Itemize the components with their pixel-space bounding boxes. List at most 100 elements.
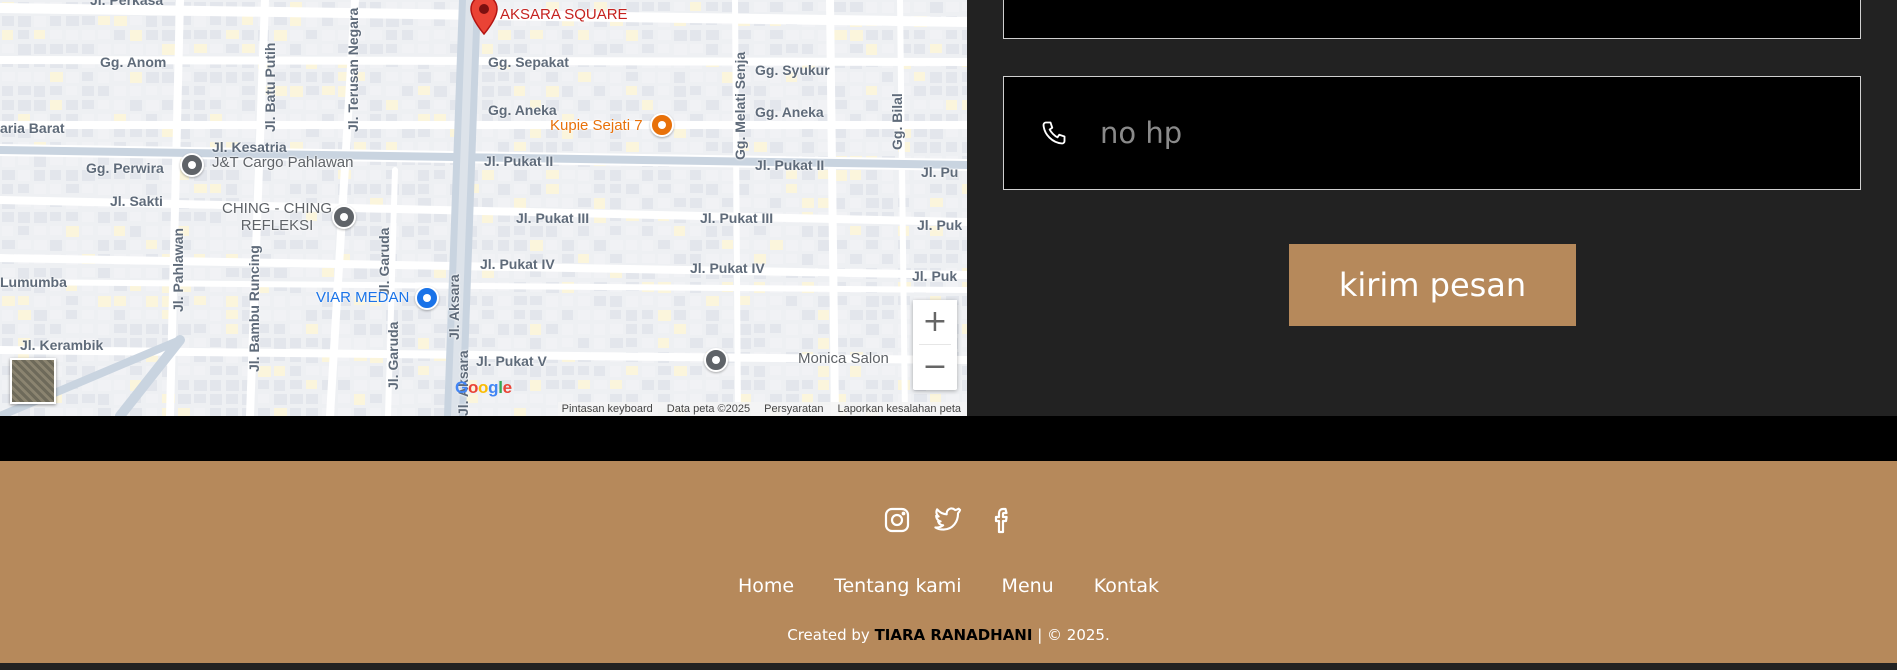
map-building — [482, 408, 493, 416]
report-error-link[interactable]: Laporkan kesalahan peta — [837, 403, 961, 415]
map-building — [674, 128, 686, 138]
map-building — [850, 184, 863, 195]
map-building — [482, 324, 494, 334]
map-building — [722, 198, 733, 207]
map-building — [418, 380, 429, 389]
map-building — [706, 324, 718, 335]
map-building — [658, 366, 671, 375]
facebook-icon[interactable] — [986, 505, 1016, 535]
map-building — [146, 226, 158, 237]
map-building — [146, 16, 157, 27]
map-building — [866, 254, 879, 264]
map-building — [34, 310, 47, 321]
map-building — [946, 128, 958, 137]
map-building — [642, 366, 655, 377]
map-building — [770, 86, 783, 97]
map-building — [530, 394, 543, 403]
map-building — [482, 184, 494, 193]
phone-field[interactable] — [1003, 76, 1861, 190]
map-building — [706, 380, 719, 391]
map-building — [370, 380, 381, 390]
place-label[interactable]: Monica Salon — [798, 350, 889, 367]
map-building — [770, 366, 781, 375]
place-label[interactable]: CHING - CHING REFLEKSI — [222, 200, 332, 234]
place-label[interactable]: AKSARA SQUARE — [500, 6, 628, 23]
nav-contact[interactable]: Kontak — [1094, 575, 1159, 597]
zoom-out-button[interactable]: − — [913, 345, 957, 389]
map-building — [514, 72, 525, 83]
nav-home[interactable]: Home — [738, 575, 794, 597]
place-marker-icon[interactable] — [180, 153, 204, 177]
credit-author: TIARA RANADHANI — [874, 626, 1033, 644]
place-marker-icon[interactable] — [332, 205, 356, 229]
map-building — [802, 184, 814, 193]
map-building — [930, 240, 942, 249]
map-building — [706, 198, 719, 209]
map-building — [82, 100, 94, 109]
google-logo-letter: o — [467, 378, 479, 397]
map-building — [82, 128, 93, 137]
aksara-square-pin-icon[interactable] — [468, 0, 500, 36]
map-building — [290, 170, 302, 180]
map-building — [946, 184, 957, 195]
place-marker-icon[interactable] — [704, 348, 728, 372]
map-building — [770, 2, 783, 12]
place-marker-icon[interactable] — [650, 113, 674, 137]
nav-menu[interactable]: Menu — [1002, 575, 1054, 597]
map-building — [306, 16, 317, 27]
map-building — [914, 254, 927, 263]
map-building — [306, 100, 317, 110]
location-map[interactable]: Jl. Perkasa Gg. Anom Gg. Sepakat Gg. Syukur… — [0, 0, 967, 416]
map-building — [642, 30, 653, 39]
map-building — [626, 30, 638, 41]
map-building — [290, 324, 302, 334]
contact-form-panel: kirim pesan — [967, 0, 1897, 416]
place-label[interactable]: VIAR MEDAN — [316, 289, 409, 306]
map-building — [274, 240, 286, 249]
map-building — [322, 240, 335, 250]
nav-about[interactable]: Tentang kami — [834, 575, 961, 597]
map-building — [610, 72, 621, 83]
map-building — [274, 16, 287, 25]
map-building — [386, 44, 397, 53]
zoom-in-button[interactable]: + — [913, 300, 957, 344]
map-building — [754, 86, 766, 96]
place-label[interactable]: Kupie Sejati 7 — [550, 117, 643, 134]
map-building — [866, 30, 878, 40]
phone-input[interactable] — [1098, 115, 1802, 151]
map-building — [706, 184, 718, 195]
map-building — [642, 240, 653, 251]
map-building — [882, 72, 893, 82]
terms-link[interactable]: Persyaratan — [764, 403, 823, 415]
previous-input-field[interactable] — [1003, 0, 1861, 39]
map-building — [354, 170, 366, 181]
map-building — [866, 296, 879, 307]
map-building — [866, 240, 878, 249]
map-building — [514, 240, 527, 251]
map-building — [818, 198, 830, 208]
map-building — [290, 128, 301, 139]
keyboard-shortcuts-link[interactable]: Pintasan keyboard — [562, 403, 653, 415]
map-building — [98, 30, 110, 39]
twitter-icon[interactable] — [933, 505, 964, 535]
map-building — [402, 86, 413, 96]
map-building — [946, 2, 959, 12]
map-building — [226, 44, 239, 53]
map-building — [562, 226, 573, 237]
map-building — [290, 310, 301, 320]
map-building — [882, 2, 894, 13]
instagram-icon[interactable] — [882, 505, 912, 535]
map-building — [754, 184, 766, 194]
place-marker-icon[interactable] — [415, 286, 439, 310]
map-building — [82, 240, 93, 250]
place-label[interactable]: J&T Cargo Pahlawan — [212, 154, 353, 171]
map-building — [626, 86, 637, 95]
map-building — [402, 310, 413, 321]
map-building — [674, 142, 687, 152]
map-building — [290, 240, 303, 249]
satellite-toggle[interactable] — [10, 358, 56, 404]
map-building — [242, 170, 254, 180]
map-building — [98, 394, 109, 405]
map-building — [594, 366, 605, 376]
send-message-button[interactable]: kirim pesan — [1289, 244, 1576, 326]
